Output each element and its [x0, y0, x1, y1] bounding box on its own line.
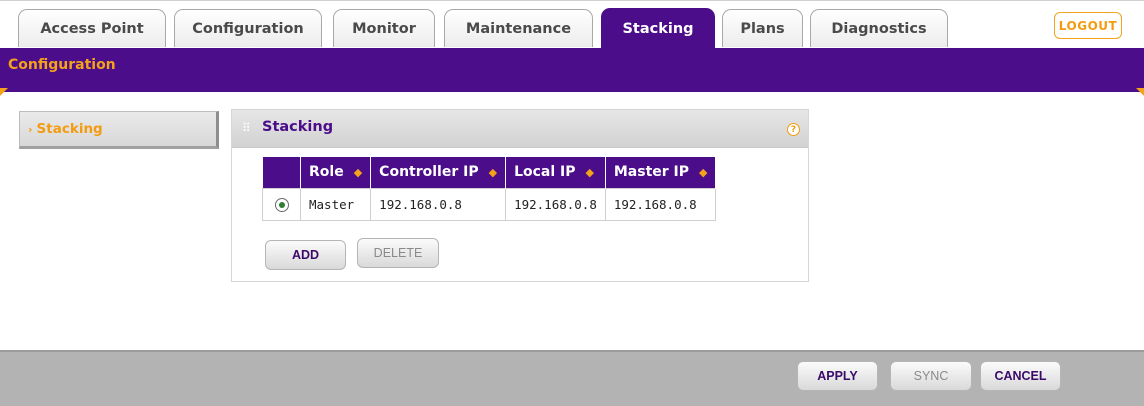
drag-handle-icon: ⠿	[242, 121, 251, 135]
help-icon[interactable]: ?	[787, 123, 800, 136]
column-header-local-ip[interactable]: Local IP ◆	[505, 157, 606, 188]
tab-configuration[interactable]: Configuration	[174, 9, 322, 47]
select-column-header	[262, 157, 301, 188]
sidebar-item-label: Stacking	[36, 121, 103, 137]
sort-icon: ◆	[353, 166, 363, 180]
cell-role: Master	[299, 187, 372, 221]
sync-button[interactable]: SYNC	[890, 361, 972, 391]
table-row: Master 192.168.0.8 192.168.0.8 192.168.0…	[262, 187, 717, 221]
cell-controller-ip: 192.168.0.8	[370, 187, 507, 221]
tab-access-point[interactable]: Access Point	[18, 9, 166, 47]
apply-button[interactable]: APPLY	[797, 361, 878, 391]
footer-action-bar: APPLY SYNC CANCEL	[0, 350, 1144, 406]
sort-icon: ◆	[585, 166, 594, 180]
tab-monitor[interactable]: Monitor	[333, 9, 435, 47]
tab-stacking[interactable]: Stacking	[601, 8, 715, 49]
column-header-role[interactable]: Role ◆	[300, 157, 372, 188]
stacking-panel: ⠿ Stacking ? Role ◆ Controller IP ◆ Local …	[231, 109, 809, 282]
cancel-button[interactable]: CANCEL	[980, 361, 1061, 391]
tab-maintenance[interactable]: Maintenance	[444, 9, 593, 47]
table-header-row: Role ◆ Controller IP ◆ Local IP ◆ Master IP…	[262, 157, 717, 188]
tab-diagnostics[interactable]: Diagnostics	[810, 9, 948, 47]
row-select-cell	[262, 187, 301, 221]
delete-button[interactable]: DELETE	[357, 238, 439, 268]
column-header-master-ip[interactable]: Master IP ◆	[605, 157, 717, 188]
sub-header-bar: Configuration	[0, 48, 1144, 96]
tab-plans[interactable]: Plans	[722, 9, 803, 47]
sort-icon: ◆	[699, 166, 708, 180]
add-button[interactable]: ADD	[265, 240, 346, 270]
panel-title: Stacking	[262, 119, 334, 135]
logout-button[interactable]: LOGOUT	[1054, 12, 1122, 39]
radio-selected-dot	[278, 201, 285, 208]
cell-master-ip: 192.168.0.8	[604, 187, 717, 221]
panel-header: ⠿ Stacking ?	[232, 110, 808, 148]
cell-local-ip: 192.168.0.8	[505, 187, 606, 221]
sort-icon: ◆	[488, 166, 498, 180]
left-corner-decoration	[0, 88, 8, 96]
right-corner-decoration	[1136, 88, 1144, 96]
chevron-right-icon: ›	[28, 122, 33, 136]
column-header-controller-ip[interactable]: Controller IP ◆	[370, 157, 507, 188]
top-tab-bar: Access Point Configuration Monitor Maint…	[0, 0, 1144, 49]
sidebar-item-stacking[interactable]: › Stacking	[19, 111, 219, 149]
row-radio-button[interactable]	[274, 197, 289, 212]
sub-header-configuration-label[interactable]: Configuration	[8, 57, 116, 73]
stacking-table: Role ◆ Controller IP ◆ Local IP ◆ Master IP…	[262, 157, 717, 221]
